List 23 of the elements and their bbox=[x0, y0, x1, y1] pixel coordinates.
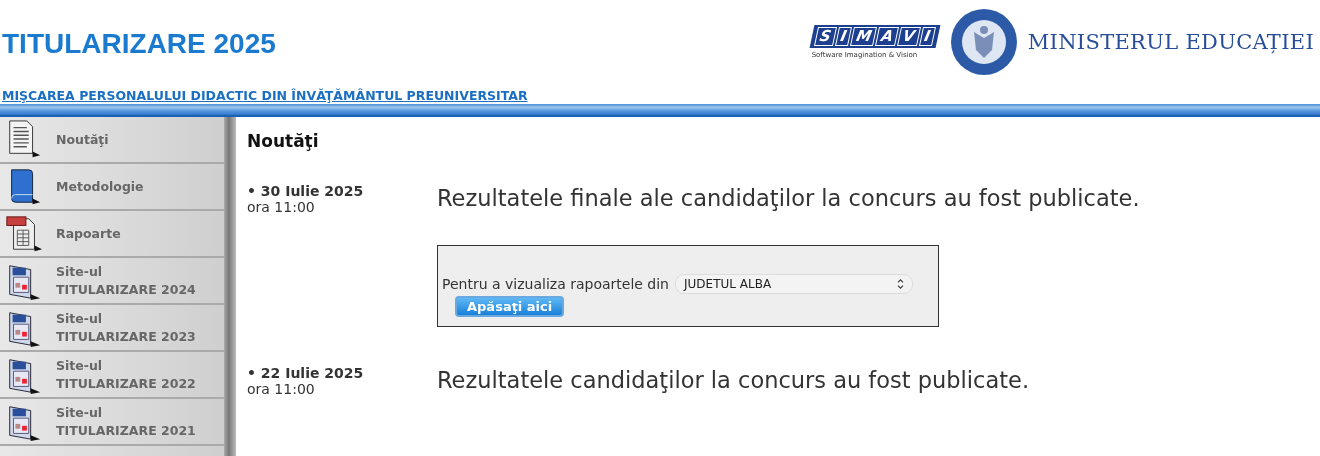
sidebar-item[interactable]: Site-ul TITULARIZARE 2022 bbox=[0, 352, 224, 399]
sidebar-item[interactable]: Noutăţi bbox=[0, 117, 224, 164]
news-time: ora 11:00 bbox=[247, 381, 315, 397]
section-heading: Noutăţi bbox=[247, 131, 319, 151]
news-date: • 22 Iulie 2025 bbox=[247, 365, 364, 381]
county-select[interactable]: JUDETUL ALBA bbox=[675, 274, 913, 294]
sidebar-item[interactable]: Rapoarte bbox=[0, 211, 224, 258]
form-label: Pentru a vizualiza rapoartele din bbox=[442, 276, 669, 292]
site-title: TITULARIZARE 2025 bbox=[2, 27, 277, 60]
news-headline: Rezultatele candidaţilor la concurs au fost publicate. bbox=[437, 367, 1030, 393]
sidebar-item[interactable]: Site-ul TITULARIZARE 2024 bbox=[0, 258, 224, 305]
sidebar-item[interactable]: Site-ul TITULARIZARE 2023 bbox=[0, 305, 224, 352]
ministry-name: MINISTERUL EDUCAȚIEI bbox=[1027, 30, 1314, 54]
news-time: ora 11:00 bbox=[247, 199, 315, 215]
sidebar-item[interactable]: Site-ul TITULARIZARE 2021 bbox=[0, 399, 224, 446]
news-date: • 30 Iulie 2025 bbox=[247, 183, 364, 199]
chevron-icon bbox=[897, 279, 904, 289]
news-headline: Rezultatele finale ale candidaţilor la concurs au fost publicate. bbox=[437, 185, 1140, 211]
emblem-icon bbox=[949, 8, 1018, 76]
site-subtitle[interactable]: MIŞCAREA PERSONALULUI DIDACTIC DIN ÎNVĂŢĂMÂNTUL PREUNIVERSITAR bbox=[2, 88, 528, 103]
simavi-logo: S I M A V I bbox=[809, 25, 941, 48]
view-reports-button[interactable]: Apăsaţi aici bbox=[455, 296, 565, 317]
sidebar-item[interactable]: Metodologie bbox=[0, 164, 224, 211]
